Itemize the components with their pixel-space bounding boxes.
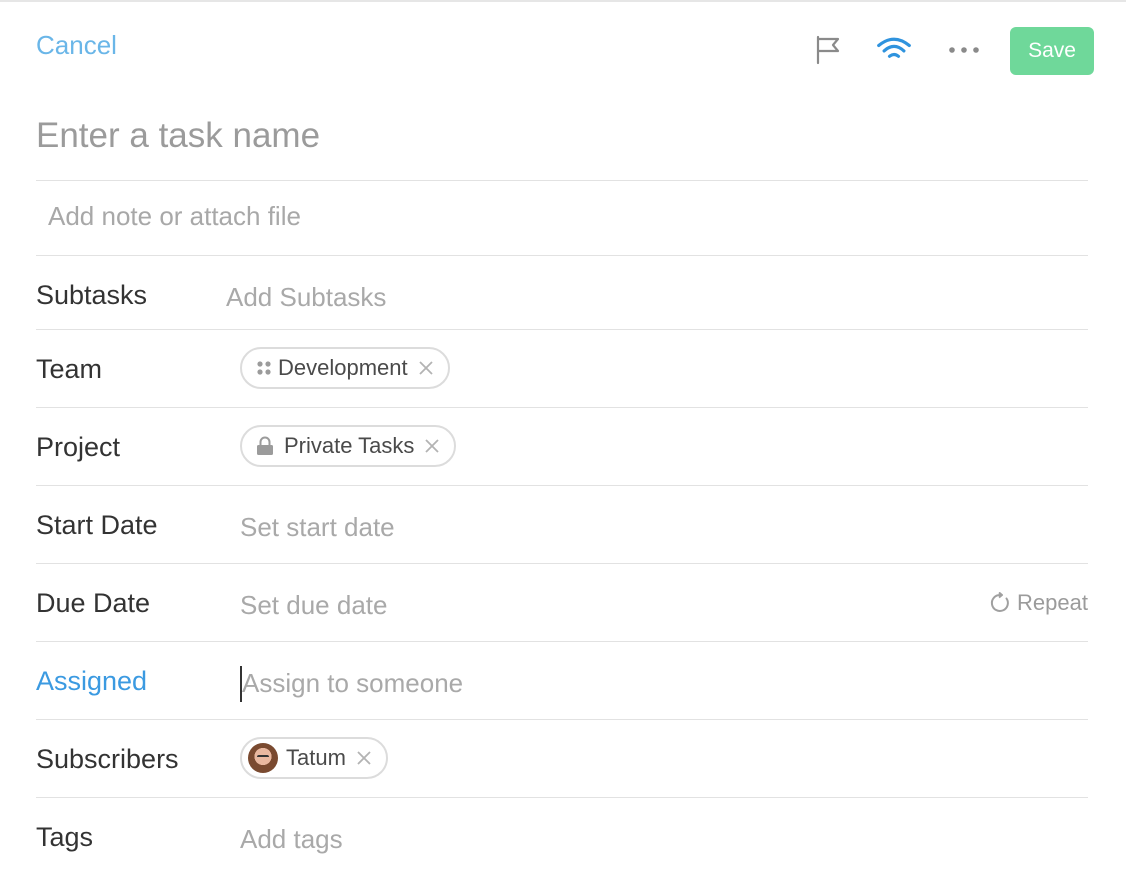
project-chip[interactable]: Private Tasks — [240, 425, 457, 467]
due-date-row: Due Date Set due date Repeat — [36, 563, 1088, 641]
project-label: Project — [36, 432, 121, 462]
save-button[interactable]: Save — [1010, 27, 1094, 75]
flag-icon[interactable] — [810, 32, 846, 68]
cancel-button[interactable]: Cancel — [36, 30, 117, 61]
start-date-row: Start Date Set start date — [36, 485, 1088, 563]
tags-input[interactable]: Add tags — [240, 824, 343, 855]
close-icon[interactable] — [424, 438, 440, 454]
repeat-icon — [989, 592, 1011, 614]
subtasks-input[interactable]: Add Subtasks — [226, 282, 386, 313]
subscribers-row: Subscribers Tatum — [36, 719, 1088, 797]
start-date-input[interactable]: Set start date — [240, 512, 395, 543]
assigned-input[interactable]: Assign to someone — [242, 668, 463, 699]
subscriber-chip-label: Tatum — [286, 745, 346, 770]
project-chip-label: Private Tasks — [284, 433, 415, 458]
note-row: Add note or attach file — [36, 180, 1088, 255]
assigned-label: Assigned — [36, 666, 148, 696]
task-name-input[interactable]: Enter a task name — [36, 106, 1086, 166]
subtasks-row: Subtasks Add Subtasks — [36, 255, 1088, 329]
repeat-button[interactable]: Repeat — [989, 590, 1088, 616]
subscribers-label: Subscribers — [36, 744, 179, 774]
subscriber-chip[interactable]: Tatum — [240, 737, 388, 779]
avatar — [248, 743, 278, 773]
team-label: Team — [36, 354, 103, 384]
close-icon[interactable] — [356, 750, 372, 766]
project-row: Project Private Tasks — [36, 407, 1088, 485]
note-input[interactable]: Add note or attach file — [48, 201, 301, 232]
assigned-row: Assigned Assign to someone — [36, 641, 1088, 719]
team-row: Team Development — [36, 329, 1088, 407]
team-chip[interactable]: Development — [240, 347, 450, 389]
start-date-label: Start Date — [36, 510, 158, 540]
subtasks-label: Subtasks — [36, 280, 148, 310]
due-date-input[interactable]: Set due date — [240, 590, 387, 621]
task-header: Cancel Save — [0, 2, 1126, 92]
wifi-icon[interactable] — [876, 32, 912, 68]
tags-row: Tags Add tags — [36, 797, 1088, 874]
close-icon[interactable] — [418, 360, 434, 376]
tags-label: Tags — [36, 822, 94, 852]
more-icon[interactable] — [946, 32, 982, 68]
due-date-label: Due Date — [36, 588, 151, 618]
team-chip-label: Development — [278, 355, 408, 380]
team-dots-icon — [256, 360, 272, 376]
repeat-label: Repeat — [1017, 590, 1088, 615]
lock-icon — [256, 436, 274, 456]
